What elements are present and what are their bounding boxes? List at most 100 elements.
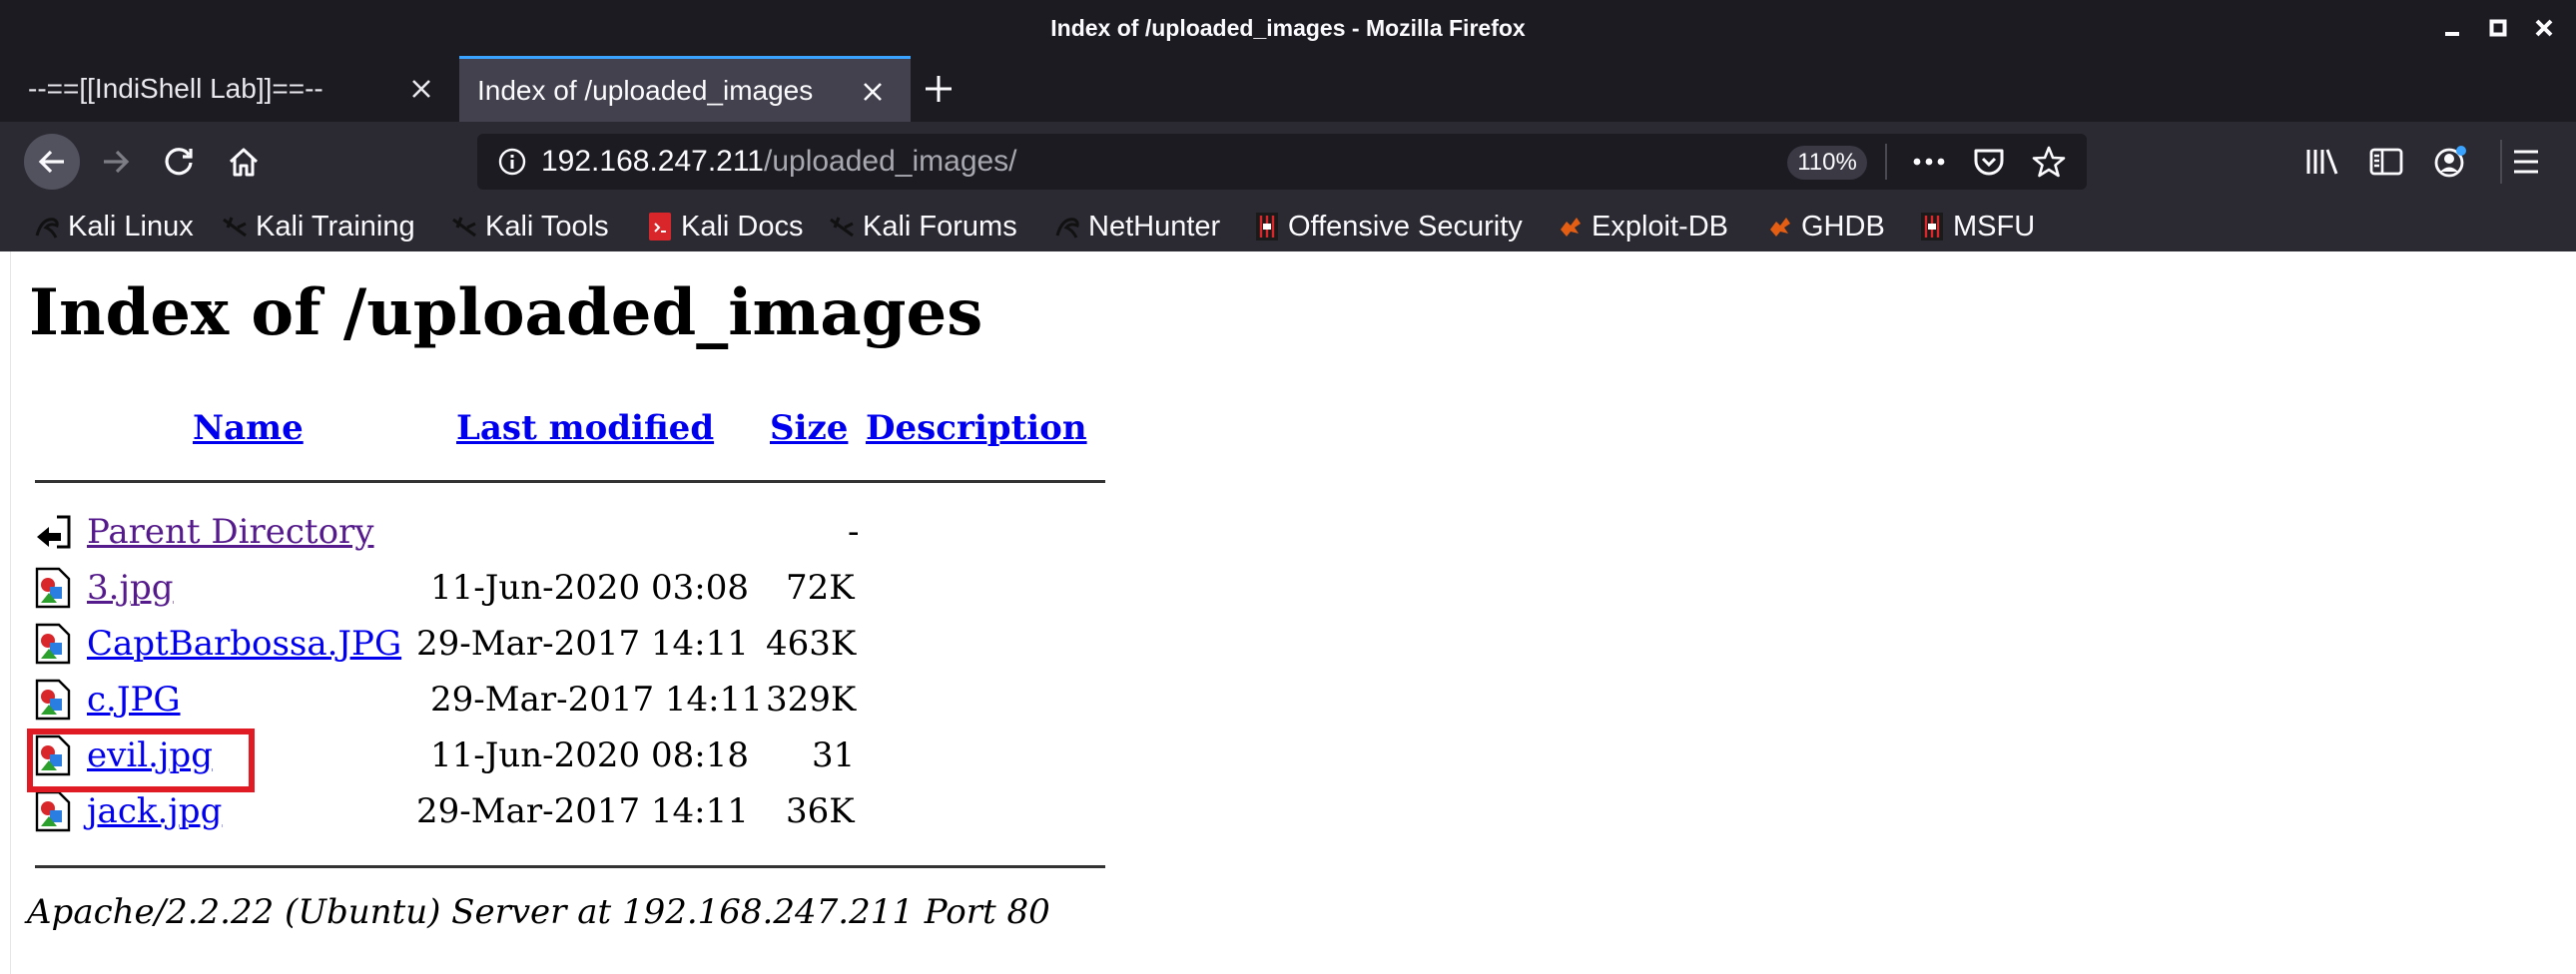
column-header-description[interactable]: Description: [866, 408, 1087, 448]
offsec-icon: [1254, 212, 1280, 242]
file-modified: 11-Jun-2020 08:18: [430, 735, 749, 775]
file-size: 31: [812, 735, 856, 775]
plus-icon: [926, 76, 952, 102]
library-icon: [2306, 149, 2338, 175]
offsec-icon: [1919, 212, 1945, 242]
file-link-c-jpg[interactable]: c.JPG: [87, 680, 181, 720]
hamburger-menu-icon: [2514, 150, 2538, 174]
tab-uploaded-images[interactable]: Index of /uploaded_images: [459, 56, 911, 122]
forward-button[interactable]: [90, 136, 142, 188]
close-tab-icon[interactable]: [857, 76, 889, 108]
bookmark-star-icon[interactable]: [2031, 144, 2067, 180]
exploit-db-icon: [1767, 212, 1793, 242]
bookmark-label: Offensive Security: [1288, 210, 1523, 243]
bookmark-label: MSFU: [1953, 210, 2036, 243]
bookmark-label: Kali Training: [256, 210, 415, 243]
bookmark-kali-training[interactable]: Kali Training: [222, 202, 415, 251]
url-bar-divider: [1885, 144, 1887, 180]
bookmark-msfu[interactable]: MSFU: [1919, 202, 2035, 251]
exploit-db-icon: [1558, 212, 1584, 242]
reload-icon: [165, 148, 193, 176]
bookmarks-toolbar: Kali Linux Kali Training Kali Tools Kali…: [0, 202, 2576, 251]
url-path: /uploaded_images/: [764, 145, 1017, 178]
back-button[interactable]: [24, 134, 80, 190]
close-tab-icon[interactable]: [405, 73, 437, 105]
bookmark-kali-docs[interactable]: Kali Docs: [647, 202, 804, 251]
image-file-icon: [35, 623, 71, 665]
account-icon: [2434, 146, 2466, 178]
file-size: 463K: [766, 624, 857, 664]
arrow-left-icon: [38, 150, 64, 174]
server-signature: Apache/2.2.22 (Ubuntu) Server at 192.168…: [27, 892, 1050, 932]
column-header-last-modified[interactable]: Last modified: [456, 408, 714, 448]
bookmark-nethunter[interactable]: NetHunter: [1054, 202, 1220, 251]
file-size: 72K: [786, 568, 855, 608]
image-file-icon: [35, 790, 71, 832]
file-size: 329K: [766, 680, 857, 720]
tab-label: --==[[IndiShell Lab]]==--: [28, 73, 323, 104]
bookmark-label: NetHunter: [1088, 210, 1221, 243]
menu-button[interactable]: [2500, 136, 2552, 188]
minimize-icon[interactable]: [2436, 12, 2468, 44]
url-text[interactable]: 192.168.247.211/uploaded_images/: [541, 134, 1017, 190]
tab-indishell-lab[interactable]: --==[[IndiShell Lab]]==--: [0, 56, 455, 122]
file-modified: 29-Mar-2017 14:11: [430, 680, 763, 720]
bookmark-kali-linux[interactable]: Kali Linux: [34, 202, 194, 251]
file-link-3-jpg[interactable]: 3.jpg: [87, 568, 174, 608]
parent-directory-size: -: [848, 512, 860, 552]
bookmark-label: Kali Linux: [68, 210, 194, 243]
kali-dragon-icon: [1054, 212, 1080, 242]
bookmark-label: Kali Tools: [485, 210, 609, 243]
column-header-name[interactable]: Name: [193, 408, 304, 448]
window-title-bar: Index of /uploaded_images - Mozilla Fire…: [0, 0, 2576, 56]
new-tab-button[interactable]: [921, 71, 957, 107]
image-file-icon: [35, 679, 71, 721]
file-size: 36K: [786, 791, 855, 831]
bookmark-label: Kali Forums: [863, 210, 1017, 243]
site-info-icon[interactable]: [497, 147, 527, 181]
file-modified: 11-Jun-2020 03:08: [430, 568, 749, 608]
image-file-icon: [35, 567, 71, 609]
file-modified: 29-Mar-2017 14:11: [416, 624, 749, 664]
home-icon: [229, 148, 259, 177]
tab-label: Index of /uploaded_images: [477, 74, 814, 106]
navigation-toolbar: 192.168.247.211/uploaded_images/ 110%: [0, 122, 2576, 202]
table-divider-top: [35, 480, 1105, 483]
maximize-icon[interactable]: [2482, 12, 2514, 44]
arrow-right-icon: [104, 150, 130, 174]
back-arrow-folder-icon: [37, 515, 71, 549]
url-bar[interactable]: 192.168.247.211/uploaded_images/ 110%: [477, 134, 2087, 190]
bookmark-exploit-db[interactable]: Exploit-DB: [1558, 202, 1728, 251]
file-link-jack-jpg[interactable]: jack.jpg: [87, 791, 222, 831]
home-button[interactable]: [218, 136, 270, 188]
file-link-captbarbossa-jpg[interactable]: CaptBarbossa.JPG: [87, 624, 401, 664]
url-host: 192.168.247.211: [541, 145, 764, 178]
bookmark-kali-tools[interactable]: Kali Tools: [451, 202, 609, 251]
page-heading: Index of /uploaded_images: [29, 275, 983, 350]
table-divider-bottom: [35, 865, 1105, 868]
window-title: Index of /uploaded_images - Mozilla Fire…: [1050, 15, 1526, 41]
tab-strip: --==[[IndiShell Lab]]==-- Index of /uplo…: [0, 56, 2576, 122]
bookmark-label: Kali Docs: [681, 210, 804, 243]
bookmark-kali-forums[interactable]: Kali Forums: [829, 202, 1017, 251]
pocket-icon[interactable]: [1971, 144, 2007, 180]
bookmark-ghdb[interactable]: GHDB: [1767, 202, 1885, 251]
sidebar-button[interactable]: [2360, 136, 2412, 188]
kali-dragon-icon: [34, 212, 60, 242]
bookmark-label: Exploit-DB: [1592, 210, 1728, 243]
sidebar-icon: [2369, 148, 2403, 176]
reload-button[interactable]: [154, 136, 206, 188]
zoom-level-badge[interactable]: 110%: [1787, 146, 1867, 180]
kali-dragon-icon: [451, 212, 477, 242]
close-window-icon[interactable]: [2528, 12, 2560, 44]
library-button[interactable]: [2296, 136, 2348, 188]
page-actions-icon[interactable]: [1911, 144, 1947, 180]
parent-directory-link[interactable]: Parent Directory: [87, 512, 374, 552]
column-header-size[interactable]: Size: [770, 408, 848, 448]
bookmark-offensive-security[interactable]: Offensive Security: [1254, 202, 1523, 251]
kali-dragon-icon: [222, 212, 248, 242]
kali-dragon-icon: [829, 212, 855, 242]
kali-docs-icon: [647, 212, 673, 242]
account-button[interactable]: [2424, 136, 2476, 188]
file-modified: 29-Mar-2017 14:11: [416, 791, 749, 831]
